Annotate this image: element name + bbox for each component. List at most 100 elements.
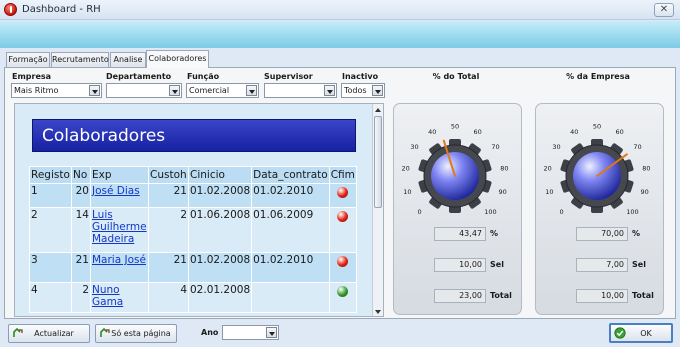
- table-row: 4 2 Nuno Gama 4 02.01.2008: [29, 282, 357, 313]
- gauge-total-total-label: Total: [490, 291, 512, 300]
- status-red-icon: [337, 256, 349, 267]
- chevron-down-icon[interactable]: [372, 85, 383, 96]
- cell-no: 2: [71, 282, 91, 313]
- gauge-empresa-dial: 0 10 20 30 40 50 60 70 80 90 100: [543, 123, 650, 216]
- chevron-down-icon[interactable]: [324, 85, 335, 96]
- cell-cinicio: 01.02.2008: [187, 183, 253, 208]
- column-header-exp: Exp: [90, 166, 149, 184]
- cell-cinicio: 02.01.2008: [187, 282, 253, 313]
- cell-data-contrato: 01.02.2010: [251, 183, 330, 208]
- tab-formacao[interactable]: Formação: [6, 52, 50, 67]
- gauge-empresa-card: 0 10 20 30 40 50 60 70 80 90 100 70,00 % 7,00 Sel …: [535, 103, 664, 315]
- cell-exp-link[interactable]: Luis Guilherme Madeira: [90, 207, 149, 253]
- report-view[interactable]: Colaboradores Registo No Exp Custoh Cini…: [14, 103, 384, 317]
- supervisor-select[interactable]: [264, 83, 337, 98]
- table-row: 1 20 José Dias 21 01.02.2008 01.02.2010: [29, 183, 357, 208]
- scroll-down-icon[interactable]: [373, 307, 383, 316]
- gauge-empresa-pct-value: 70,00: [576, 227, 628, 241]
- gauge-empresa-total-label: Total: [632, 291, 654, 300]
- funcao-select[interactable]: Comercial: [186, 83, 259, 98]
- cell-cinicio: 01.06.2008: [187, 207, 253, 253]
- cell-cfim: [328, 282, 357, 313]
- colaboradores-panel: Empresa Mais Ritmo Departamento Função C…: [4, 67, 676, 319]
- gauge-tick-label: 70: [633, 143, 641, 151]
- so-esta-pagina-button[interactable]: Só esta página: [95, 324, 177, 343]
- gauge-tick-label: 60: [474, 128, 482, 136]
- gauge-tick-label: 40: [570, 128, 578, 136]
- gauge-tick-label: 100: [484, 208, 496, 216]
- status-green-icon: [337, 286, 349, 297]
- cell-custoh: 4: [148, 282, 189, 313]
- gauge-tick-label: 0: [418, 208, 422, 216]
- gauge-tick-label: 10: [545, 188, 553, 196]
- cell-data-contrato: 01.06.2009: [251, 207, 330, 253]
- close-button[interactable]: ✕: [654, 3, 674, 17]
- gauge-tick-label: 60: [616, 128, 624, 136]
- ok-button[interactable]: OK: [609, 323, 673, 343]
- funcao-label: Função: [187, 72, 220, 81]
- gauge-tick-label: 90: [640, 188, 648, 196]
- app-power-icon: [4, 3, 17, 16]
- report-page: Colaboradores Registo No Exp Custoh Cini…: [15, 104, 373, 316]
- funcao-value: Comercial: [189, 86, 230, 95]
- inactivo-label: Inactivo: [342, 72, 379, 81]
- chevron-down-icon[interactable]: [246, 85, 257, 96]
- actualizar-button[interactable]: Actualizar: [8, 324, 90, 343]
- gauge-tick-label: 20: [401, 165, 409, 173]
- departamento-label: Departamento: [106, 72, 172, 81]
- actualizar-label: Actualizar: [34, 329, 74, 338]
- report-vertical-scrollbar[interactable]: [372, 104, 383, 316]
- title-bar: Dashboard - RH ✕: [0, 0, 680, 20]
- gauge-tick-label: 10: [403, 188, 411, 196]
- status-red-icon: [337, 187, 349, 198]
- column-header-data-contrato: Data_contrato: [251, 166, 330, 184]
- table-row: 3 21 Maria José 21 01.02.2008 01.02.2010: [29, 252, 357, 283]
- gauge-total-pct-label: %: [490, 229, 499, 238]
- gauge-tick-label: 30: [410, 143, 418, 151]
- gauge-total-pct-value: 43,47: [434, 227, 486, 241]
- so-esta-pagina-label: Só esta página: [111, 329, 171, 338]
- tab-colaboradores[interactable]: Colaboradores: [146, 50, 209, 68]
- chevron-down-icon[interactable]: [89, 85, 100, 96]
- ok-label: OK: [640, 329, 652, 338]
- cell-exp-link[interactable]: José Dias: [90, 183, 149, 208]
- column-header-custoh: Custoh: [148, 166, 189, 184]
- chevron-down-icon[interactable]: [266, 327, 277, 338]
- empresa-select[interactable]: Mais Ritmo: [11, 83, 102, 98]
- header-banner: [0, 21, 680, 48]
- cell-registo: 2: [29, 207, 72, 253]
- column-header-no: No: [71, 166, 91, 184]
- gauge-total-total-value: 23,00: [434, 289, 486, 303]
- cell-cfim: [328, 252, 357, 283]
- scroll-up-icon[interactable]: [373, 105, 383, 115]
- gauge-total-card: 0 10 20 30 40 50 60 70 80 90 100 43,47 % 10,00 Sel…: [393, 103, 522, 315]
- scroll-thumb[interactable]: [374, 116, 382, 208]
- empresa-label: Empresa: [12, 72, 52, 81]
- gauge-tick-label: 100: [626, 208, 638, 216]
- cell-exp-link[interactable]: Maria José: [90, 252, 149, 283]
- cell-registo: 1: [29, 183, 72, 208]
- gauge-total-sel-value: 10,00: [434, 258, 486, 272]
- gauge-empresa-sel-label: Sel: [632, 260, 646, 269]
- column-header-cinicio: Cinicio: [187, 166, 253, 184]
- ano-select[interactable]: [222, 325, 279, 340]
- colaboradores-table: Registo No Exp Custoh Cinicio Data_contr…: [29, 166, 357, 313]
- chevron-down-icon[interactable]: [169, 85, 180, 96]
- gauge-empresa-pct-label: %: [632, 229, 641, 238]
- cell-cfim: [328, 207, 357, 253]
- departamento-select[interactable]: [106, 83, 182, 98]
- window-title: Dashboard - RH: [22, 4, 101, 15]
- inactivo-select[interactable]: Todos: [341, 83, 385, 98]
- tab-recrutamento[interactable]: Recrutamento: [51, 52, 109, 67]
- cell-exp-link[interactable]: Nuno Gama: [90, 282, 149, 313]
- status-red-icon: [337, 211, 349, 222]
- tab-analise[interactable]: Analise: [110, 52, 146, 67]
- cell-no: 20: [71, 183, 91, 208]
- ano-label: Ano: [201, 328, 219, 337]
- gauge-empresa-total-value: 10,00: [576, 289, 628, 303]
- gauge-total-sel-label: Sel: [490, 260, 504, 269]
- column-header-registo: Registo: [29, 166, 72, 184]
- cell-data-contrato: [251, 282, 330, 313]
- cell-data-contrato: 01.02.2010: [251, 252, 330, 283]
- gauge-tick-label: 0: [560, 208, 564, 216]
